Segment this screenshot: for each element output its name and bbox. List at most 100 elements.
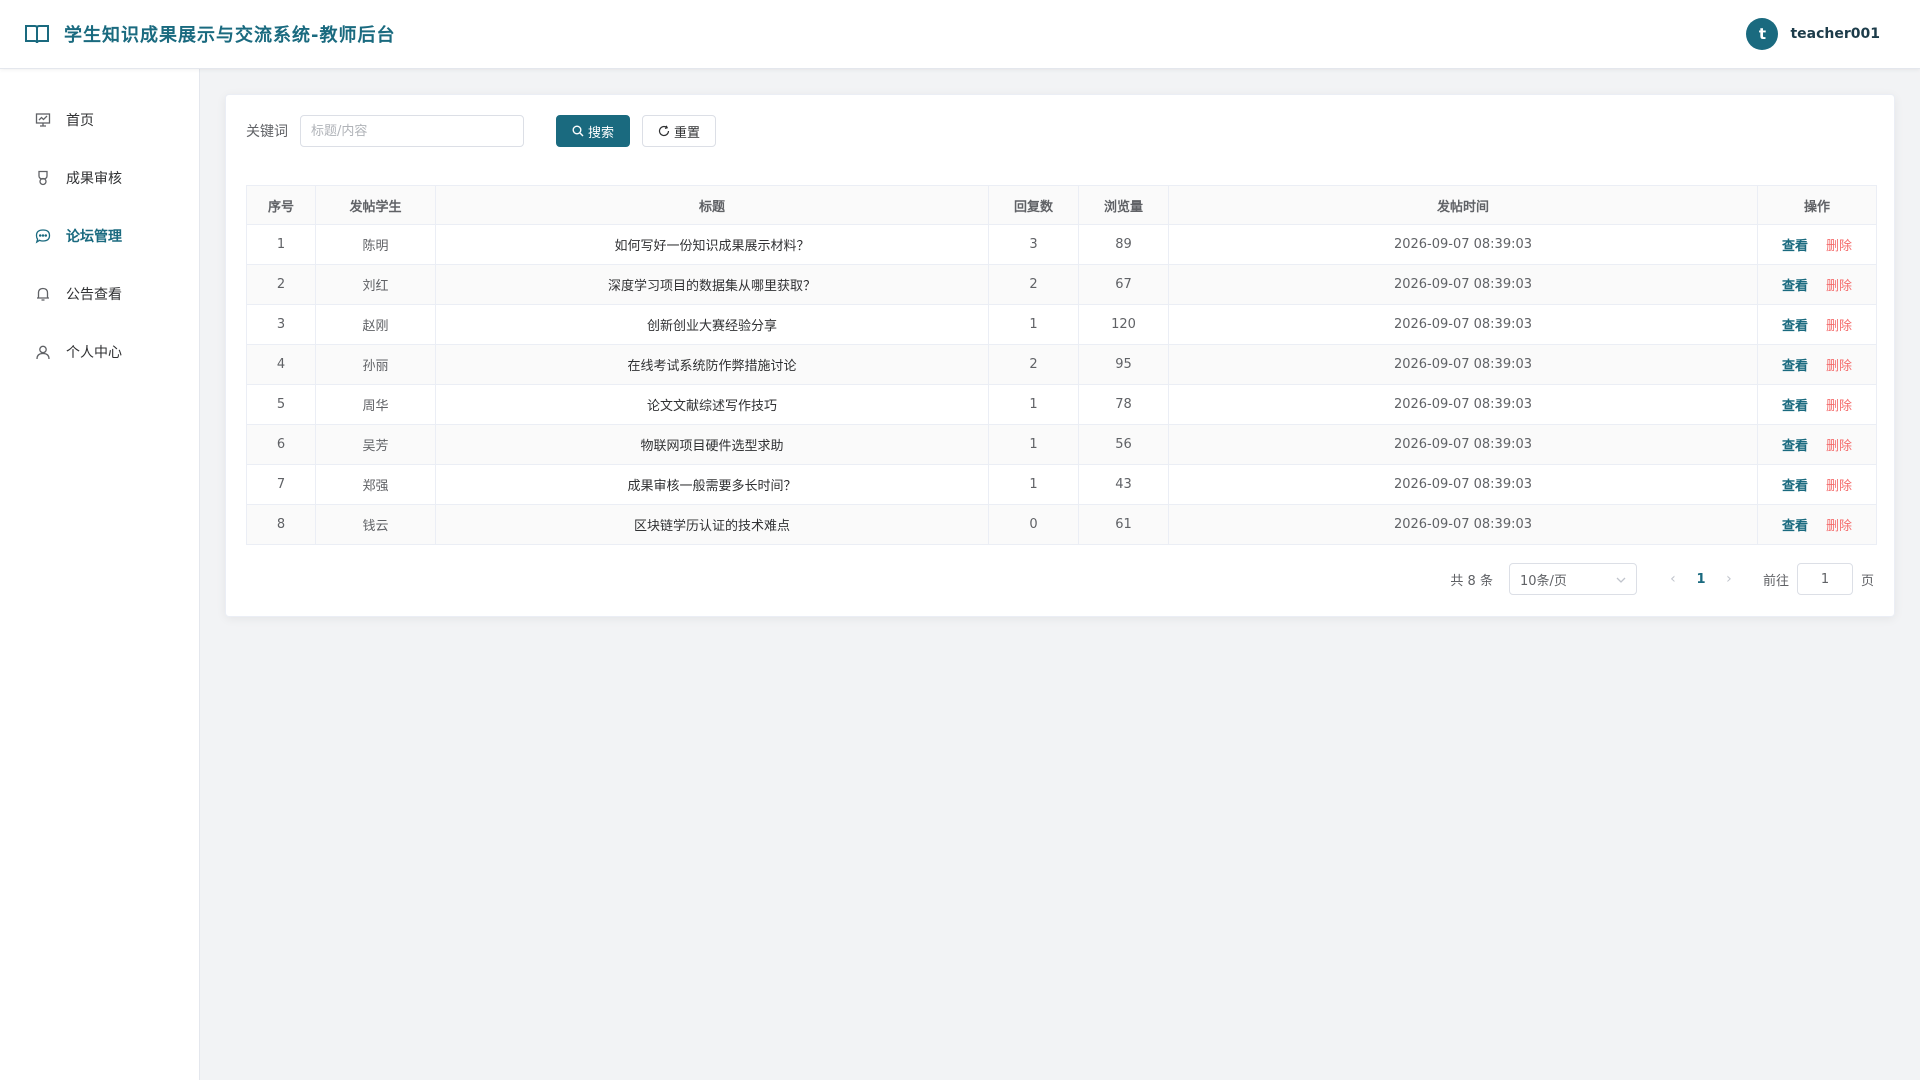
cell-views: 78 <box>1078 384 1169 425</box>
cell-index: 2 <box>246 264 316 305</box>
cell-time: 2026-09-07 08:39:03 <box>1168 304 1758 345</box>
column-header-index: 序号 <box>246 185 316 225</box>
view-button[interactable]: 查看 <box>1782 399 1808 414</box>
view-button[interactable]: 查看 <box>1782 519 1808 534</box>
view-button[interactable]: 查看 <box>1782 239 1808 254</box>
cell-replies: 1 <box>988 424 1079 465</box>
cell-student: 郑强 <box>315 464 436 505</box>
view-button[interactable]: 查看 <box>1782 359 1808 374</box>
keyword-label: 关键词 <box>246 124 288 140</box>
cell-views: 95 <box>1078 344 1169 385</box>
cell-title: 深度学习项目的数据集从哪里获取？ <box>435 264 989 305</box>
search-bar: 关键词 搜索 重置 <box>246 115 1874 147</box>
keyword-input[interactable] <box>300 115 524 147</box>
cell-time: 2026-09-07 08:39:03 <box>1168 264 1758 305</box>
column-header-time: 发帖时间 <box>1168 185 1758 225</box>
forum-posts-table: 序号 发帖学生 标题 回复数 浏览量 发帖时间 操作 1 陈明 如何写好一份知识… <box>246 185 1877 545</box>
avatar[interactable]: t <box>1746 18 1779 50</box>
cell-index: 1 <box>246 224 316 265</box>
brand: 学生知识成果展示与交流系统-教师后台 <box>24 21 395 47</box>
sidebar-item-forum[interactable]: 论坛管理 <box>0 207 199 265</box>
table-row: 8 钱云 区块链学历认证的技术难点 0 61 2026-09-07 08:39:… <box>246 504 1877 545</box>
forum-management-panel: 关键词 搜索 重置 序号 发帖学生 <box>225 94 1895 617</box>
view-button[interactable]: 查看 <box>1782 439 1808 454</box>
cell-actions: 查看 删除 <box>1757 264 1877 305</box>
cell-title: 在线考试系统防作弊措施讨论 <box>435 344 989 385</box>
cell-actions: 查看 删除 <box>1757 424 1877 465</box>
delete-button[interactable]: 删除 <box>1826 479 1852 494</box>
cell-time: 2026-09-07 08:39:03 <box>1168 224 1758 265</box>
sidebar-item-label: 首页 <box>66 113 94 129</box>
cell-title: 创新创业大赛经验分享 <box>435 304 989 345</box>
cell-student: 周华 <box>315 384 436 425</box>
column-header-student: 发帖学生 <box>315 185 436 225</box>
table-row: 4 孙丽 在线考试系统防作弊措施讨论 2 95 2026-09-07 08:39… <box>246 344 1877 385</box>
sidebar-item-review[interactable]: 成果审核 <box>0 149 199 207</box>
cell-views: 89 <box>1078 224 1169 265</box>
reset-button-label: 重置 <box>673 125 700 141</box>
delete-button[interactable]: 删除 <box>1826 359 1852 374</box>
app-title: 学生知识成果展示与交流系统-教师后台 <box>64 25 396 46</box>
cell-views: 56 <box>1078 424 1169 465</box>
page-number-current[interactable]: 1 <box>1685 572 1717 587</box>
cell-index: 3 <box>246 304 316 345</box>
user-icon <box>34 343 52 361</box>
prev-page-chevron-left-icon[interactable]: ‹ <box>1661 571 1685 587</box>
table-row: 7 郑强 成果审核一般需要多长时间？ 1 43 2026-09-07 08:39… <box>246 464 1877 505</box>
delete-button[interactable]: 删除 <box>1826 439 1852 454</box>
cell-actions: 查看 删除 <box>1757 224 1877 265</box>
cell-actions: 查看 删除 <box>1757 384 1877 425</box>
view-button[interactable]: 查看 <box>1782 319 1808 334</box>
page-size-value: 10条/页 <box>1519 573 1567 589</box>
sidebar-item-label: 公告查看 <box>66 287 122 303</box>
chat-bubble-icon <box>34 227 52 245</box>
sidebar-item-label: 论坛管理 <box>66 229 122 245</box>
page-unit-label: 页 <box>1860 573 1874 589</box>
cell-title: 成果审核一般需要多长时间？ <box>435 464 989 505</box>
page-size-select[interactable]: 10条/页 <box>1508 563 1637 595</box>
next-page-chevron-right-icon[interactable]: › <box>1717 571 1741 587</box>
delete-button[interactable]: 删除 <box>1826 519 1852 534</box>
delete-button[interactable]: 删除 <box>1826 279 1852 294</box>
search-button-label: 搜索 <box>587 125 614 141</box>
cell-actions: 查看 删除 <box>1757 304 1877 345</box>
cell-student: 赵刚 <box>315 304 436 345</box>
cell-student: 吴芳 <box>315 424 436 465</box>
cell-index: 7 <box>246 464 316 505</box>
cell-student: 刘红 <box>315 264 436 305</box>
cell-views: 120 <box>1078 304 1169 345</box>
cell-student: 陈明 <box>315 224 436 265</box>
cell-title: 如何写好一份知识成果展示材料？ <box>435 224 989 265</box>
cell-replies: 1 <box>988 304 1079 345</box>
goto-page-input[interactable] <box>1796 563 1853 595</box>
sidebar-item-home[interactable]: 首页 <box>0 91 199 149</box>
cell-time: 2026-09-07 08:39:03 <box>1168 464 1758 505</box>
cell-replies: 2 <box>988 344 1079 385</box>
delete-button[interactable]: 删除 <box>1826 239 1852 254</box>
sidebar-item-notice[interactable]: 公告查看 <box>0 265 199 323</box>
username[interactable]: teacher001 <box>1790 26 1880 42</box>
sidebar-item-label: 成果审核 <box>66 171 122 187</box>
reset-button[interactable]: 重置 <box>642 115 716 147</box>
cell-replies: 2 <box>988 264 1079 305</box>
table-row: 3 赵刚 创新创业大赛经验分享 1 120 2026-09-07 08:39:0… <box>246 304 1877 345</box>
bell-icon <box>34 285 52 303</box>
view-button[interactable]: 查看 <box>1782 279 1808 294</box>
sidebar-item-label: 个人中心 <box>66 345 122 361</box>
cell-replies: 1 <box>988 464 1079 505</box>
column-header-title: 标题 <box>435 185 989 225</box>
view-button[interactable]: 查看 <box>1782 479 1808 494</box>
delete-button[interactable]: 删除 <box>1826 399 1852 414</box>
delete-button[interactable]: 删除 <box>1826 319 1852 334</box>
table-row: 6 吴芳 物联网项目硬件选型求助 1 56 2026-09-07 08:39:0… <box>246 424 1877 465</box>
search-button[interactable]: 搜索 <box>556 115 630 147</box>
pagination: 共 8 条 10条/页 ‹ 1 › 前往 页 <box>1450 563 1874 595</box>
sidebar-item-profile[interactable]: 个人中心 <box>0 323 199 381</box>
cell-time: 2026-09-07 08:39:03 <box>1168 424 1758 465</box>
cell-student: 钱云 <box>315 504 436 545</box>
user-menu[interactable]: t teacher001 <box>1746 18 1880 50</box>
column-header-actions: 操作 <box>1757 185 1877 225</box>
presentation-chart-icon <box>34 111 52 129</box>
cell-index: 4 <box>246 344 316 385</box>
medal-icon <box>34 169 52 187</box>
